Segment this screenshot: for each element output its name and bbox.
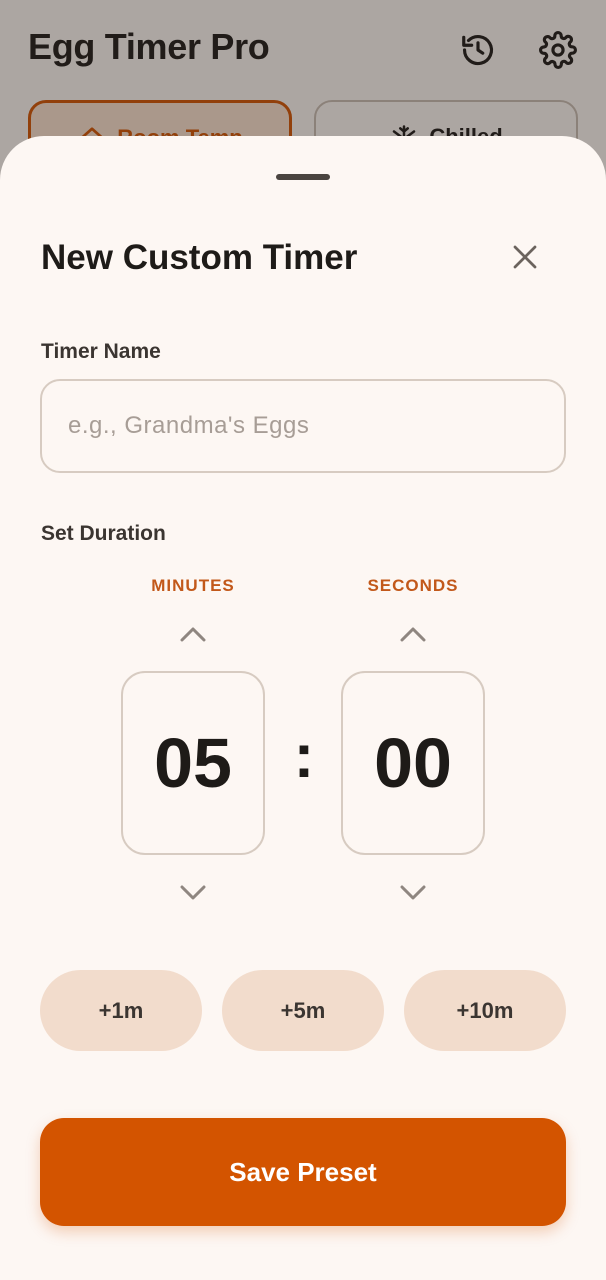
minutes-increment-chevron-up-icon[interactable]: [163, 612, 223, 656]
custom-timer-sheet: New Custom Timer Timer Name Set Duration…: [0, 136, 606, 1280]
add-10-minutes-button[interactable]: +10m: [404, 970, 566, 1051]
time-separator: :: [293, 722, 315, 791]
minutes-decrement-chevron-down-icon[interactable]: [163, 871, 223, 915]
timer-name-label: Timer Name: [41, 340, 161, 363]
add-1-minute-button[interactable]: +1m: [40, 970, 202, 1051]
save-preset-button[interactable]: Save Preset: [40, 1118, 566, 1226]
close-icon[interactable]: [504, 236, 546, 278]
seconds-increment-chevron-up-icon[interactable]: [383, 612, 443, 656]
add-5-minutes-button[interactable]: +5m: [222, 970, 384, 1051]
drag-handle[interactable]: [276, 174, 330, 180]
seconds-value[interactable]: 00: [341, 671, 485, 855]
seconds-decrement-chevron-down-icon[interactable]: [383, 871, 443, 915]
minutes-value[interactable]: 05: [121, 671, 265, 855]
timer-name-input[interactable]: [40, 379, 566, 473]
sheet-title: New Custom Timer: [41, 238, 358, 277]
minutes-label: MINUTES: [151, 576, 235, 595]
set-duration-label: Set Duration: [41, 522, 166, 545]
seconds-label: SECONDS: [367, 576, 459, 595]
